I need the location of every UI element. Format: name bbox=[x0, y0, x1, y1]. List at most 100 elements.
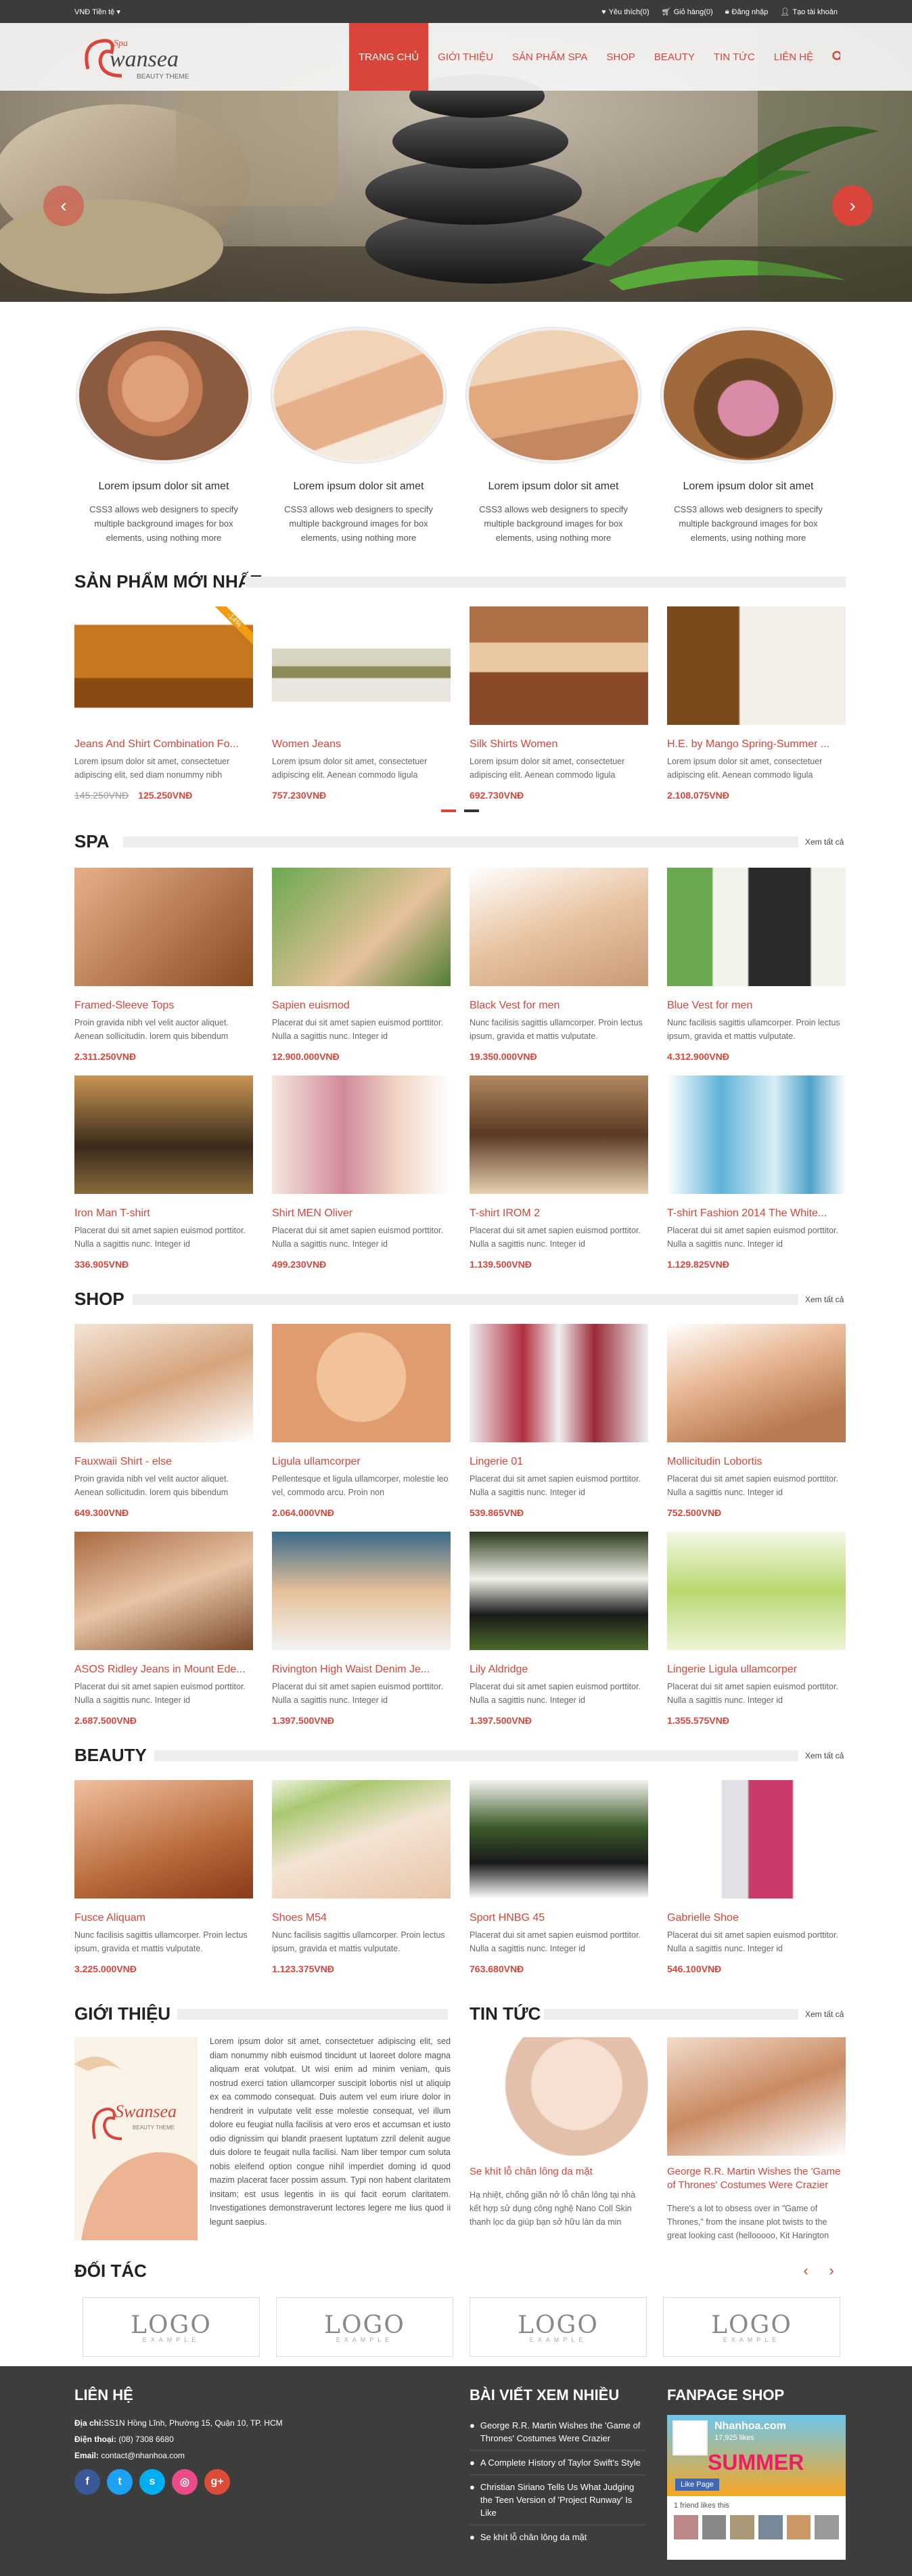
dribbble-icon[interactable]: ◎ bbox=[172, 2469, 198, 2495]
nav-about[interactable]: GIỚI THIỆU bbox=[428, 23, 503, 91]
news-image[interactable] bbox=[470, 2037, 648, 2156]
cart-link[interactable]: 🛒︎ Giỏ hàng(0) bbox=[662, 7, 713, 17]
avatar[interactable] bbox=[674, 2515, 698, 2539]
search-button[interactable] bbox=[823, 23, 850, 91]
product-name[interactable]: Lingerie Ligula ullamcorper bbox=[667, 1664, 846, 1676]
partner-logo[interactable]: LOGO EXAMPLE bbox=[83, 2297, 260, 2357]
view-all-spa[interactable]: Xem tất cả bbox=[805, 837, 844, 847]
popular-post[interactable]: ● George R.R. Martin Wishes the 'Game of … bbox=[470, 2414, 645, 2451]
nav-contact[interactable]: LIÊN HỆ bbox=[765, 23, 823, 91]
news-title[interactable]: Se khít lỗ chân lông da mặt bbox=[470, 2165, 648, 2179]
view-all-news[interactable]: Xem tất cả bbox=[805, 2009, 844, 2019]
avatar[interactable] bbox=[702, 2515, 727, 2539]
avatar[interactable] bbox=[730, 2515, 755, 2539]
fanpage-like-button[interactable]: Like Page bbox=[675, 2479, 719, 2491]
product-card[interactable]: T-shirt IROM 2 Placerat dui sit amet sapi… bbox=[470, 1075, 648, 1270]
product-image[interactable] bbox=[272, 1780, 451, 1898]
product-name[interactable]: Lingerie 01 bbox=[470, 1456, 648, 1468]
product-card[interactable]: Mollicitudin Lobortis Placerat dui sit am… bbox=[667, 1324, 846, 1518]
product-name[interactable]: T-shirt IROM 2 bbox=[470, 1207, 648, 1220]
product-name[interactable]: Jeans And Shirt Combination Fo... bbox=[74, 738, 253, 751]
product-card[interactable]: Women Jeans Lorem ipsum dolor sit amet, … bbox=[272, 606, 451, 801]
avatar[interactable] bbox=[758, 2515, 783, 2539]
product-image[interactable] bbox=[470, 868, 648, 986]
product-name[interactable]: Lily Aldridge bbox=[470, 1664, 648, 1676]
product-image[interactable] bbox=[272, 1075, 451, 1194]
popular-post[interactable]: ● A Complete History of Taylor Swift's St… bbox=[470, 2451, 645, 2475]
product-card[interactable]: Shoes M54 Nunc facilisis sagittis ullamco… bbox=[272, 1780, 451, 1974]
partner-logo[interactable]: LOGO EXAMPLE bbox=[470, 2297, 647, 2357]
product-image[interactable] bbox=[667, 1075, 846, 1194]
product-card[interactable]: Silk Shirts Women Lorem ipsum dolor sit … bbox=[470, 606, 648, 801]
wishlist-link[interactable]: ♥ Yêu thích(0) bbox=[601, 7, 649, 16]
product-name[interactable]: Fauxwaii Shirt - else bbox=[74, 1456, 253, 1468]
product-image[interactable] bbox=[272, 868, 451, 986]
product-name[interactable]: Iron Man T-shirt bbox=[74, 1207, 253, 1220]
product-name[interactable]: Black Vest for men bbox=[470, 1000, 648, 1012]
product-card[interactable]: Lily Aldridge Placerat dui sit amet sapie… bbox=[470, 1532, 648, 1726]
product-image[interactable] bbox=[74, 1532, 253, 1650]
partners-next-button[interactable]: › bbox=[821, 2261, 842, 2281]
product-image[interactable] bbox=[667, 606, 846, 725]
product-card[interactable]: Black Vest for men Nunc facilisis sagitti… bbox=[470, 868, 648, 1062]
product-name[interactable]: Framed-Sleeve Tops bbox=[74, 1000, 253, 1012]
product-name[interactable]: Fusce Aliquam bbox=[74, 1912, 253, 1924]
site-logo[interactable]: Spa wansea BEAUTY THEME bbox=[74, 28, 210, 85]
register-link[interactable]: 👤︎ Tạo tài khoản bbox=[780, 7, 838, 17]
view-all-shop[interactable]: Xem tất cả bbox=[805, 1295, 844, 1304]
product-card[interactable]: Lingerie Ligula ullamcorper Placerat dui … bbox=[667, 1532, 846, 1726]
popular-post[interactable]: ● Christian Siriano Tells Us What Judging… bbox=[470, 2475, 645, 2525]
product-name[interactable]: ASOS Ridley Jeans in Mount Ede... bbox=[74, 1664, 253, 1676]
product-image[interactable] bbox=[470, 1780, 648, 1898]
product-image[interactable] bbox=[74, 1324, 253, 1442]
product-name[interactable]: Silk Shirts Women bbox=[470, 738, 648, 751]
product-card[interactable]: Fauxwaii Shirt - else Proin gravida nibh … bbox=[74, 1324, 253, 1518]
product-card[interactable]: Lingerie 01 Placerat dui sit amet sapien … bbox=[470, 1324, 648, 1518]
news-item[interactable]: George R.R. Martin Wishes the 'Game of T… bbox=[667, 2037, 846, 2242]
google-plus-icon[interactable]: g+ bbox=[204, 2469, 230, 2495]
product-name[interactable]: Gabrielle Shoe bbox=[667, 1912, 846, 1924]
product-image[interactable] bbox=[272, 1324, 451, 1442]
product-image[interactable] bbox=[74, 868, 253, 986]
avatar[interactable] bbox=[815, 2515, 840, 2539]
product-name[interactable]: Ligula ullamcorper bbox=[272, 1456, 451, 1468]
partner-logo[interactable]: LOGO EXAMPLE bbox=[663, 2297, 840, 2357]
product-card[interactable]: H.E. by Mango Spring-Summer ... Lorem ip… bbox=[667, 606, 846, 801]
avatar[interactable] bbox=[786, 2515, 811, 2539]
product-image[interactable] bbox=[667, 1532, 846, 1650]
product-name[interactable]: Mollicitudin Lobortis bbox=[667, 1456, 846, 1468]
product-name[interactable]: Shoes M54 bbox=[272, 1912, 451, 1924]
popular-post[interactable]: ● Se khít lỗ chân lông da mặt bbox=[470, 2525, 645, 2549]
product-card[interactable]: Fusce Aliquam Nunc facilisis sagittis ull… bbox=[74, 1780, 253, 1974]
product-image[interactable] bbox=[470, 1532, 648, 1650]
product-card[interactable]: Blue Vest for men Nunc facilisis sagittis… bbox=[667, 868, 846, 1062]
nav-beauty[interactable]: BEAUTY bbox=[645, 23, 704, 91]
currency-selector[interactable]: VNĐ Tiền tệ ▾ bbox=[74, 7, 120, 16]
view-all-beauty[interactable]: Xem tất cả bbox=[805, 1751, 844, 1760]
product-image[interactable] bbox=[272, 1532, 451, 1650]
product-card[interactable]: Framed-Sleeve Tops Proin gravida nibh vel… bbox=[74, 868, 253, 1062]
product-card[interactable]: Sapien euismod Placerat dui sit amet sapi… bbox=[272, 868, 451, 1062]
news-title[interactable]: George R.R. Martin Wishes the 'Game of T… bbox=[667, 2165, 846, 2192]
partners-prev-button[interactable]: ‹ bbox=[796, 2261, 816, 2281]
news-item[interactable]: Se khít lỗ chân lông da mặt Hạ nhiệt, ch… bbox=[470, 2037, 648, 2229]
nav-home[interactable]: TRANG CHỦ bbox=[349, 23, 429, 91]
product-card[interactable]: Ligula ullamcorper Pellentesque et ligula… bbox=[272, 1324, 451, 1518]
nav-spa-products[interactable]: SẢN PHẨM SPA bbox=[503, 23, 597, 91]
product-image[interactable] bbox=[272, 606, 451, 725]
carousel-dot[interactable] bbox=[441, 809, 456, 812]
product-card[interactable]: Sport HNBG 45 Placerat dui sit amet sapie… bbox=[470, 1780, 648, 1974]
product-image[interactable] bbox=[74, 1780, 253, 1898]
facebook-icon[interactable]: f bbox=[74, 2469, 100, 2495]
product-image[interactable] bbox=[667, 868, 846, 986]
login-link[interactable]: 🔒︎ Đăng nhập bbox=[725, 7, 769, 16]
product-image[interactable] bbox=[470, 1075, 648, 1194]
product-name[interactable]: H.E. by Mango Spring-Summer ... bbox=[667, 738, 846, 751]
product-image[interactable] bbox=[470, 606, 648, 725]
product-image[interactable] bbox=[74, 1075, 253, 1194]
product-name[interactable]: Women Jeans bbox=[272, 738, 451, 751]
news-image[interactable] bbox=[667, 2037, 846, 2156]
product-card[interactable]: Shirt MEN Oliver Placerat dui sit amet sa… bbox=[272, 1075, 451, 1270]
footer-email[interactable]: contact@nhanhoa.com bbox=[101, 2451, 185, 2460]
product-card[interactable]: Gabrielle Shoe Placerat dui sit amet sapi… bbox=[667, 1780, 846, 1974]
